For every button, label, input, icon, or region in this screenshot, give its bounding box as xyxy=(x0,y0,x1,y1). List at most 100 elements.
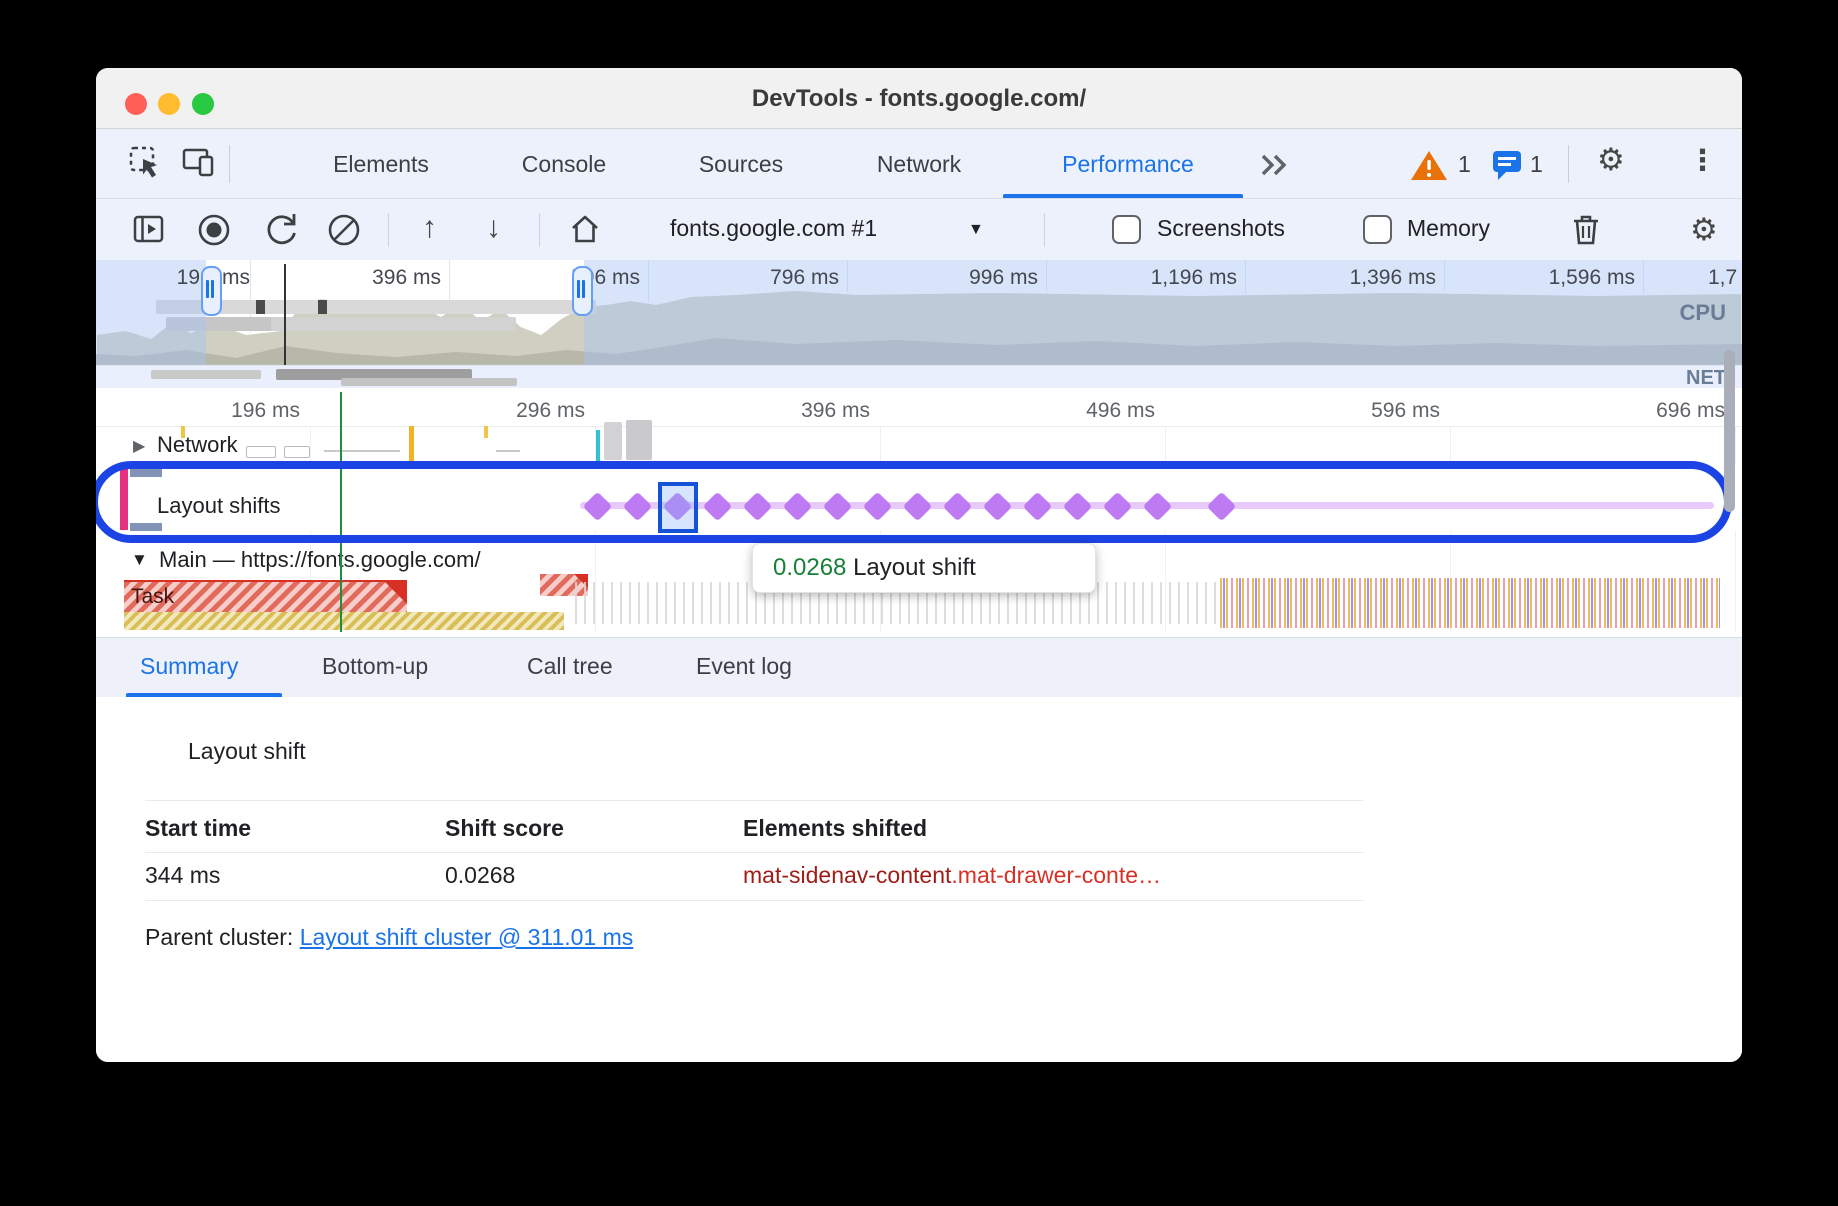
task-sub-bar[interactable] xyxy=(124,612,564,630)
task-label: Task xyxy=(131,585,174,609)
detail-ruler: 196 ms296 ms396 ms496 ms596 ms696 ms xyxy=(96,392,1742,427)
ruler-label: 696 ms xyxy=(1656,399,1725,423)
issues-icon[interactable] xyxy=(1492,150,1524,182)
active-tab-underline xyxy=(1003,194,1243,198)
network-cyan-tick xyxy=(596,430,600,462)
network-tick xyxy=(409,426,414,462)
overview-network-mark xyxy=(318,300,327,314)
tab-network[interactable]: Network xyxy=(877,151,961,178)
net-request-bar xyxy=(151,370,261,379)
device-toolbar-icon[interactable] xyxy=(182,147,216,179)
toolbar-divider-1 xyxy=(388,213,389,247)
record-icon[interactable] xyxy=(196,212,232,248)
vertical-scrollbar[interactable] xyxy=(1724,350,1735,512)
clear-icon[interactable] xyxy=(326,212,362,248)
overview-ruler-label: 1,7 xyxy=(1708,266,1737,290)
selected-diamond-box[interactable] xyxy=(658,482,698,533)
task-warning-corner xyxy=(385,582,407,604)
network-block xyxy=(626,420,652,460)
parent-cluster-label: Parent cluster: xyxy=(145,924,293,950)
capture-settings-gear-icon[interactable]: ⚙ xyxy=(1690,212,1718,248)
garbage-collect-icon[interactable] xyxy=(1570,213,1602,247)
reload-record-icon[interactable] xyxy=(263,212,301,248)
screenshots-checkbox[interactable] xyxy=(1112,215,1141,244)
network-expand-icon[interactable]: ▶ xyxy=(133,436,145,456)
tab-console[interactable]: Console xyxy=(522,151,606,178)
tab-elements[interactable]: Elements xyxy=(333,151,429,178)
overview-network-mark xyxy=(256,300,265,314)
tabbar-divider-right xyxy=(1568,145,1569,183)
history-caret-icon[interactable]: ▼ xyxy=(968,221,984,239)
overview-ruler-label: 1,396 ms xyxy=(1350,266,1436,290)
flamechart-activity-dense xyxy=(1220,578,1720,628)
settings-gear-icon[interactable]: ⚙ xyxy=(1597,142,1625,178)
request-connector xyxy=(324,450,400,452)
tab-event-log[interactable]: Event log xyxy=(696,653,792,680)
parent-cluster-row: Parent cluster: Layout shift cluster @ 3… xyxy=(145,924,633,951)
legend-label: Layout shift xyxy=(188,738,306,765)
main-track-label: Main — https://fonts.google.com/ xyxy=(159,547,481,573)
inspect-icon[interactable] xyxy=(128,145,164,181)
memory-label[interactable]: Memory xyxy=(1407,215,1490,242)
devtools-window: DevTools - fonts.google.com/ Elements Con… xyxy=(96,68,1742,1062)
tab-sources[interactable]: Sources xyxy=(699,151,783,178)
layout-shifts-track-label: Layout shifts xyxy=(157,493,281,519)
tab-summary[interactable]: Summary xyxy=(140,653,238,680)
divider xyxy=(145,852,1363,853)
more-tabs-icon[interactable] xyxy=(1259,153,1293,177)
performance-toolbar: ↑ ↓ fonts.google.com #1 ▼ Screenshots Me… xyxy=(96,199,1742,261)
network-tick xyxy=(181,426,185,438)
main-collapse-icon[interactable]: ▼ xyxy=(131,550,148,570)
devtools-tabbar: Elements Console Sources Network Performance… xyxy=(96,129,1742,199)
load-profile-icon[interactable]: ↑ xyxy=(422,211,437,245)
selection-handle-left[interactable] xyxy=(201,266,222,316)
save-profile-icon[interactable]: ↓ xyxy=(486,211,501,245)
layout-shift-tooltip: 0.0268 Layout shift xyxy=(752,543,1096,593)
parent-cluster-link[interactable]: Layout shift cluster @ 311.01 ms xyxy=(300,924,634,950)
tabbar-divider xyxy=(229,145,230,183)
selection-handle-right[interactable] xyxy=(572,266,593,316)
overview-network-bar xyxy=(271,317,516,331)
net-band: NET xyxy=(96,365,1742,388)
overview-ruler-label: 1,196 ms xyxy=(1151,266,1237,290)
long-task-bar[interactable]: Task xyxy=(124,580,407,612)
request-connector xyxy=(496,450,520,452)
network-track-label: Network xyxy=(157,432,238,458)
window-title: DevTools - fonts.google.com/ xyxy=(96,85,1742,113)
start-time-value: 344 ms xyxy=(145,862,220,889)
overview-network-bar xyxy=(156,300,596,314)
network-tick xyxy=(484,426,488,438)
history-select-value[interactable]: fonts.google.com #1 xyxy=(670,215,877,242)
track-resize-bar-top[interactable] xyxy=(130,469,162,477)
issues-count[interactable]: 1 xyxy=(1530,151,1543,178)
summary-panel: Layout shift Start time Shift score Elem… xyxy=(96,697,1742,1062)
overview-ruler-label: 1,596 ms xyxy=(1549,266,1635,290)
shift-score-value: 0.0268 xyxy=(445,862,515,889)
elements-shifted-value[interactable]: mat-sidenav-content.mat-drawer-conte… xyxy=(743,862,1161,889)
tab-bottom-up[interactable]: Bottom-up xyxy=(322,653,428,680)
overview-ruler-label: 996 ms xyxy=(969,266,1038,290)
live-metrics-home-icon[interactable] xyxy=(569,213,601,245)
fcp-marker-line xyxy=(340,392,342,632)
timeline-overview[interactable]: 19ms396 ms596 ms796 ms996 ms1,196 ms1,39… xyxy=(96,260,1742,392)
overflow-menu-icon[interactable]: ⋮ xyxy=(1688,143,1717,178)
warning-icon[interactable] xyxy=(1410,149,1448,182)
track-resize-bar-bottom[interactable] xyxy=(130,523,162,531)
memory-checkbox[interactable] xyxy=(1363,215,1392,244)
divider xyxy=(145,900,1363,901)
net-request-bar xyxy=(341,378,517,386)
ruler-label: 596 ms xyxy=(1371,399,1440,423)
network-request-bar[interactable] xyxy=(246,446,276,458)
net-label: NET xyxy=(1686,367,1726,390)
warning-count[interactable]: 1 xyxy=(1458,151,1471,178)
toggle-sidebar-icon[interactable] xyxy=(133,214,165,244)
ruler-label: 196 ms xyxy=(231,399,300,423)
col-header-shift-score: Shift score xyxy=(445,815,564,842)
details-tabbar: Summary Bottom-up Call tree Event log xyxy=(96,637,1742,699)
network-request-bar[interactable] xyxy=(284,446,310,458)
tab-call-tree[interactable]: Call tree xyxy=(527,653,613,680)
screenshots-label[interactable]: Screenshots xyxy=(1157,215,1285,242)
overview-ruler-label: 796 ms xyxy=(770,266,839,290)
network-track[interactable]: ▶ Network Lar Fan l… fonts.google.com) xyxy=(96,426,1742,465)
tab-performance[interactable]: Performance xyxy=(1062,151,1194,178)
